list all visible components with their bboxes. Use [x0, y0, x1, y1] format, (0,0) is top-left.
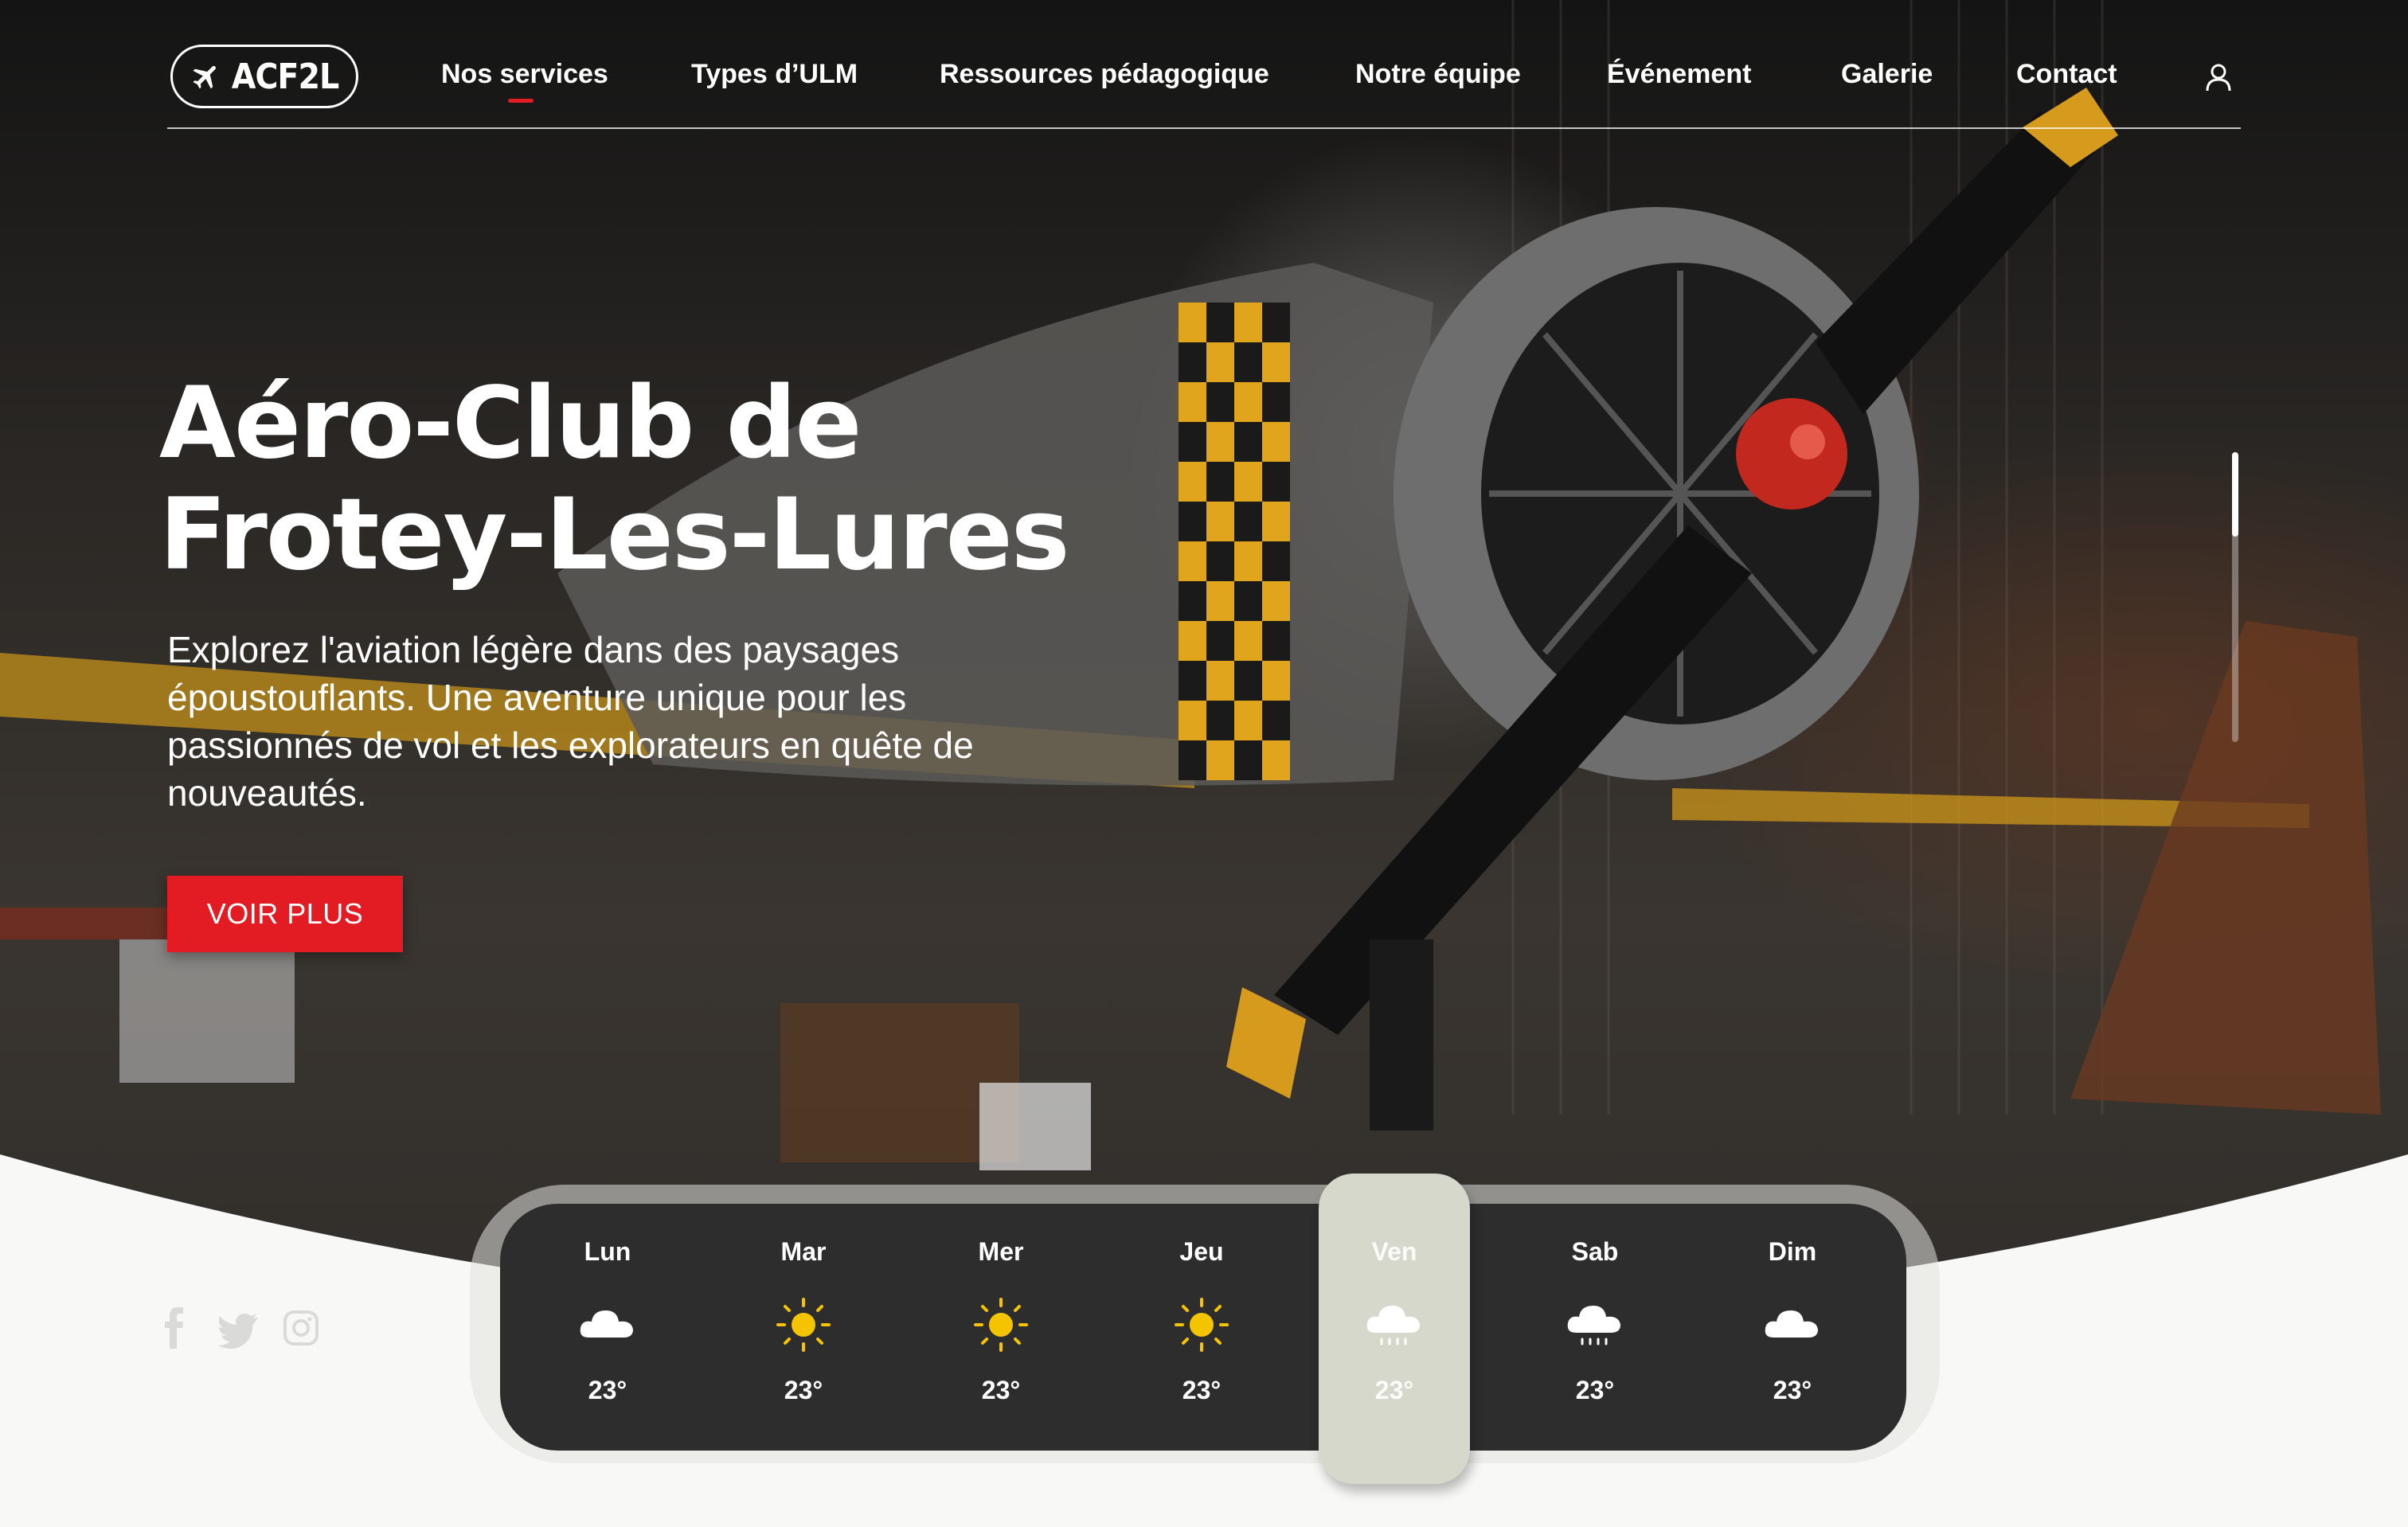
sun-icon	[1175, 1298, 1229, 1352]
hero-scroll-thumb[interactable]	[2232, 452, 2238, 537]
nav-item-ressources-pedagogique[interactable]: Ressources pédagogique	[940, 59, 1269, 90]
nav-item-contact[interactable]: Contact	[2016, 59, 2117, 90]
instagram-icon[interactable]	[282, 1306, 320, 1350]
weather-day-jeu[interactable]: Jeu 23°	[1126, 1174, 1277, 1484]
weather-day-mar[interactable]: Mar 23°	[728, 1174, 879, 1484]
weather-temperature: 23°	[784, 1376, 823, 1404]
logo[interactable]: ACF2L	[170, 45, 358, 108]
weather-day-sab[interactable]: Sab 23°	[1519, 1174, 1671, 1484]
hero-title-line-2: Frotey-Les-Lures	[159, 478, 1070, 592]
cloud-icon	[1765, 1310, 1818, 1338]
hero-title: Aéro-Club de Frotey-Les-Lures	[159, 368, 1354, 591]
nav-item-nos-services[interactable]: Nos services	[441, 59, 608, 90]
twitter-icon[interactable]	[217, 1306, 260, 1350]
weather-day-label: Lun	[584, 1237, 631, 1266]
nav-item-notre-equipe[interactable]: Notre équipe	[1355, 59, 1521, 90]
weather-temperature: 23°	[981, 1376, 1021, 1404]
weather-day-label: Mer	[978, 1237, 1024, 1266]
voir-plus-button[interactable]: VOIR PLUS	[167, 876, 403, 952]
nav-item-galerie[interactable]: Galerie	[1841, 59, 1933, 90]
nav-active-indicator	[508, 99, 534, 103]
weather-temperature: 23°	[1374, 1376, 1414, 1404]
weather-day-label: Ven	[1371, 1237, 1417, 1266]
nav-item-types-ulm[interactable]: Types d’ULM	[691, 59, 858, 90]
weather-day-ven[interactable]: Ven 23°	[1319, 1174, 1470, 1484]
user-icon[interactable]	[2206, 64, 2231, 92]
weather-day-label: Mar	[780, 1237, 827, 1266]
weather-temperature: 23°	[1575, 1376, 1615, 1404]
weather-day-lun[interactable]: Lun 23°	[532, 1174, 683, 1484]
weather-temperature: 23°	[1773, 1376, 1812, 1404]
weather-temperature: 23°	[1182, 1376, 1222, 1404]
rain-cloud-icon	[1567, 1306, 1620, 1345]
weather-day-label: Sab	[1571, 1237, 1619, 1266]
sun-icon	[974, 1298, 1028, 1352]
nav-divider	[167, 127, 2241, 129]
plane-icon	[193, 65, 216, 89]
facebook-icon[interactable]	[156, 1306, 194, 1350]
weather-day-mer[interactable]: Mer 23°	[925, 1174, 1077, 1484]
sun-icon	[776, 1298, 831, 1352]
hero-description: Explorez l'aviation légère dans des pays…	[167, 629, 974, 814]
logo-text: ACF2L	[231, 56, 339, 97]
weather-day-label: Jeu	[1179, 1237, 1224, 1266]
cloud-icon	[580, 1310, 633, 1338]
nav-item-evenement[interactable]: Événement	[1607, 59, 1751, 90]
weather-day-dim[interactable]: Dim 23°	[1717, 1174, 1868, 1484]
rain-cloud-icon	[1366, 1306, 1420, 1345]
weather-day-label: Dim	[1768, 1237, 1817, 1266]
hero-title-line-1: Aéro-Club de	[159, 366, 862, 481]
weather-temperature: 23°	[588, 1376, 627, 1404]
